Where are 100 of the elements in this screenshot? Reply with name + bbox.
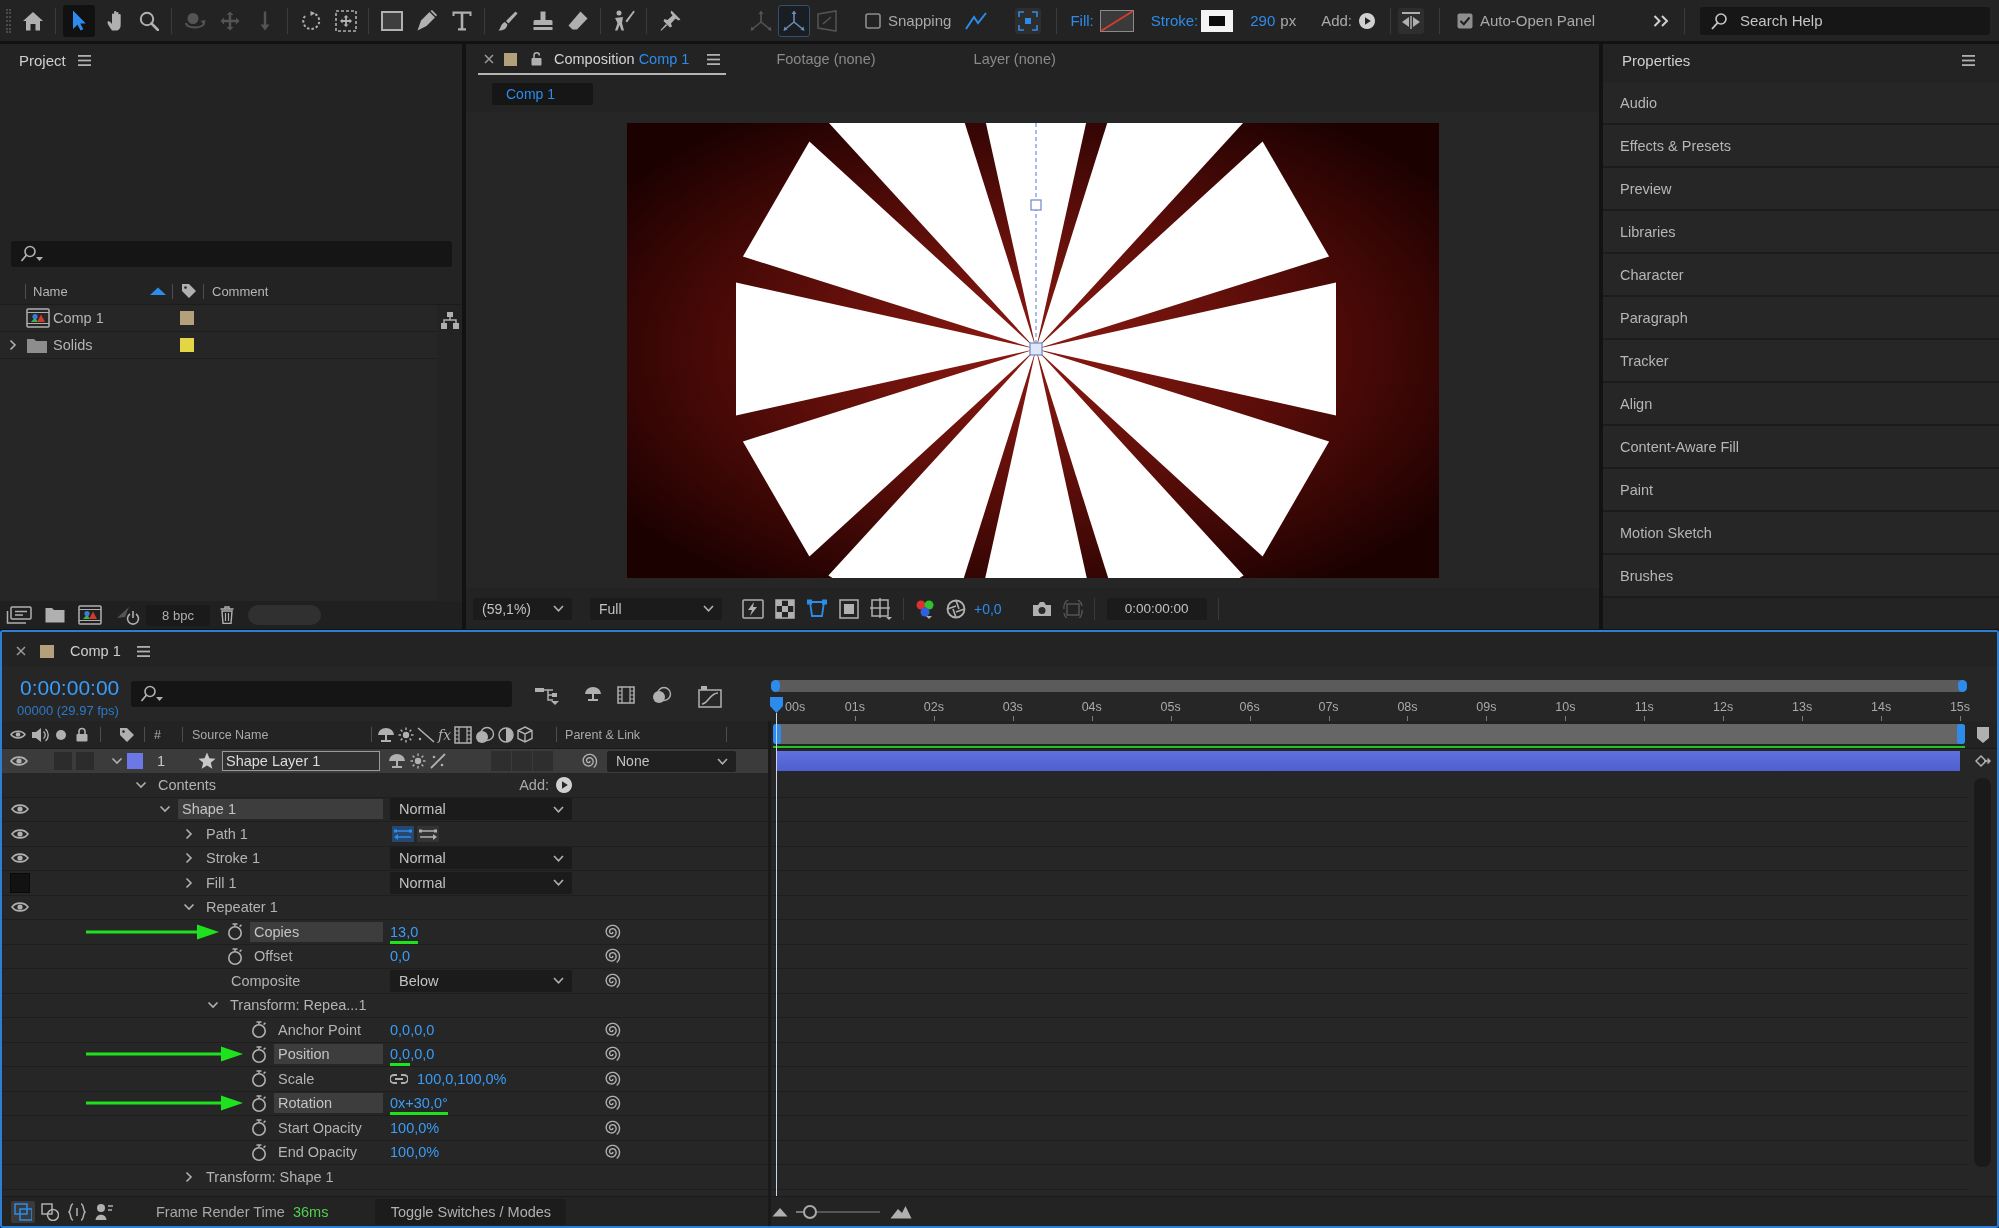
eraser-icon[interactable] bbox=[568, 11, 588, 30]
stamp-icon[interactable] bbox=[533, 10, 553, 31]
menu-icon[interactable] bbox=[136, 645, 150, 657]
eye-icon[interactable] bbox=[10, 755, 28, 767]
property-name[interactable]: Scale bbox=[274, 1068, 319, 1089]
viewer-tab[interactable]: Footage (none) bbox=[770, 45, 882, 75]
property-value[interactable]: 0,0,0,0 bbox=[390, 1046, 435, 1063]
stopwatch-icon[interactable] bbox=[251, 1094, 267, 1112]
label-color-icon[interactable] bbox=[127, 753, 143, 769]
add-label[interactable]: Add: bbox=[519, 776, 549, 793]
lock-icon[interactable] bbox=[531, 52, 542, 66]
auto-open-label[interactable]: Auto-Open Panel bbox=[1480, 12, 1596, 29]
property-name[interactable]: Transform: Shape 1 bbox=[202, 1166, 338, 1187]
chevron-right-icon[interactable] bbox=[185, 852, 193, 865]
camera-icon[interactable] bbox=[1031, 600, 1052, 617]
stopwatch-icon[interactable] bbox=[251, 1143, 267, 1161]
selection-tool[interactable] bbox=[63, 4, 95, 37]
zigzag-line-icon[interactable] bbox=[965, 11, 988, 30]
chevron-right-icon[interactable] bbox=[185, 827, 193, 840]
umbrella-icon[interactable] bbox=[377, 726, 395, 743]
property-name[interactable]: Transform: Repea...1 bbox=[226, 995, 371, 1016]
property-name[interactable]: Fill 1 bbox=[202, 872, 241, 893]
property-name[interactable]: Repeater 1 bbox=[202, 897, 282, 918]
toggle-modes-button[interactable]: Toggle Switches / Modes bbox=[375, 1198, 567, 1225]
flowchart-arrows-icon[interactable] bbox=[535, 686, 560, 706]
diagonal-line-icon[interactable] bbox=[417, 726, 435, 743]
chevron-down-icon[interactable] bbox=[159, 805, 171, 814]
graph-editor-icon[interactable] bbox=[698, 686, 722, 708]
property-value[interactable]: 100,0,100,0% bbox=[417, 1070, 507, 1087]
viewer-tab[interactable]: Composition Comp 1 bbox=[478, 45, 727, 75]
property-name[interactable]: Path 1 bbox=[202, 823, 252, 844]
column-header[interactable]: Name bbox=[33, 283, 68, 299]
close-icon[interactable] bbox=[16, 646, 26, 656]
resolution-dropdown[interactable]: Full bbox=[590, 597, 722, 620]
column-header[interactable]: Comment bbox=[212, 283, 269, 299]
label-color-icon[interactable] bbox=[180, 338, 194, 352]
link-icon[interactable] bbox=[390, 1073, 408, 1084]
film-strip-icon[interactable] bbox=[454, 725, 473, 744]
sort-arrow-icon[interactable] bbox=[150, 287, 166, 295]
hand-icon[interactable] bbox=[106, 10, 122, 31]
bit-depth-button[interactable]: 8 bpc bbox=[146, 604, 210, 626]
menu-icon[interactable] bbox=[77, 54, 91, 66]
property-value[interactable]: 100,0% bbox=[390, 1144, 440, 1161]
eye-icon[interactable] bbox=[11, 901, 29, 914]
property-name[interactable]: Composite bbox=[227, 970, 305, 991]
magnifier-icon[interactable] bbox=[139, 10, 159, 31]
eye-icon[interactable] bbox=[11, 852, 29, 865]
large-mountain-icon[interactable] bbox=[890, 1204, 912, 1219]
project-item[interactable]: Solids bbox=[0, 332, 437, 359]
auto-open-checkbox[interactable] bbox=[1457, 12, 1473, 29]
close-icon[interactable] bbox=[484, 54, 494, 64]
chevron-down-icon[interactable] bbox=[207, 1001, 219, 1010]
viewer-tab[interactable]: Layer (none) bbox=[967, 45, 1062, 75]
chevron-down-icon[interactable] bbox=[553, 879, 564, 887]
property-name[interactable]: Copies bbox=[250, 921, 383, 942]
spiral-icon[interactable] bbox=[603, 1094, 621, 1113]
sun-icon[interactable] bbox=[410, 753, 426, 769]
spiral-icon[interactable] bbox=[603, 1143, 621, 1162]
overlap-circles-icon[interactable] bbox=[652, 686, 672, 704]
current-time[interactable]: 0:00:00:00 bbox=[20, 677, 131, 698]
aperture-icon[interactable] bbox=[946, 598, 966, 619]
property-value[interactable]: 100,0% bbox=[390, 1119, 440, 1136]
search-icon[interactable] bbox=[20, 245, 44, 263]
tag-icon[interactable] bbox=[181, 283, 197, 299]
grid-frame-icon[interactable] bbox=[870, 597, 892, 620]
checkerboard-icon[interactable] bbox=[775, 598, 795, 619]
zoom-dropdown[interactable]: (59,1%) bbox=[473, 597, 572, 620]
navigator-handle[interactable] bbox=[1958, 680, 1967, 692]
brush-icon[interactable] bbox=[498, 10, 518, 31]
chevron-down-icon[interactable] bbox=[717, 757, 728, 765]
column-header[interactable]: Source Name bbox=[192, 727, 269, 742]
chevron-down-icon[interactable] bbox=[183, 903, 195, 912]
chevron-right-icon[interactable] bbox=[9, 339, 17, 351]
rectangle-icon[interactable] bbox=[381, 10, 403, 31]
blend-mode-dropdown[interactable]: Normal bbox=[390, 847, 572, 870]
property-name[interactable]: Stroke 1 bbox=[202, 848, 264, 869]
search-icon[interactable] bbox=[140, 685, 164, 703]
sun-icon[interactable] bbox=[398, 726, 414, 743]
property-value[interactable]: 0,0,0,0 bbox=[390, 1021, 435, 1038]
path-direction-icon[interactable] bbox=[417, 825, 439, 842]
lightning-box-icon[interactable] bbox=[742, 598, 764, 619]
fill-swatch-icon[interactable] bbox=[1099, 9, 1134, 32]
chevron-down-icon[interactable] bbox=[553, 805, 564, 813]
property-name[interactable]: Contents bbox=[154, 774, 221, 795]
property-name[interactable]: Shape 1 bbox=[178, 799, 383, 820]
chevron-down-icon[interactable] bbox=[553, 854, 564, 862]
stroke-swatch-icon[interactable] bbox=[1201, 9, 1234, 32]
property-value[interactable]: 0,0 bbox=[390, 948, 411, 965]
item-name[interactable]: Comp 1 bbox=[53, 310, 104, 326]
umbrella-icon[interactable] bbox=[584, 686, 602, 702]
double-chevron-icon[interactable] bbox=[1653, 14, 1669, 27]
composite-dropdown[interactable]: Below bbox=[390, 969, 572, 992]
work-area-handle[interactable] bbox=[1957, 724, 1965, 744]
folder-icon[interactable] bbox=[45, 607, 65, 623]
stopwatch-icon[interactable] bbox=[227, 947, 243, 965]
layer-name-field[interactable]: Shape Layer 1 bbox=[222, 751, 380, 771]
chevron-down-icon[interactable] bbox=[111, 757, 123, 765]
timecode-field[interactable]: 0:00:00:00 bbox=[1106, 597, 1207, 620]
visibility-switch[interactable] bbox=[10, 872, 30, 893]
guide-line[interactable] bbox=[1029, 122, 1042, 344]
